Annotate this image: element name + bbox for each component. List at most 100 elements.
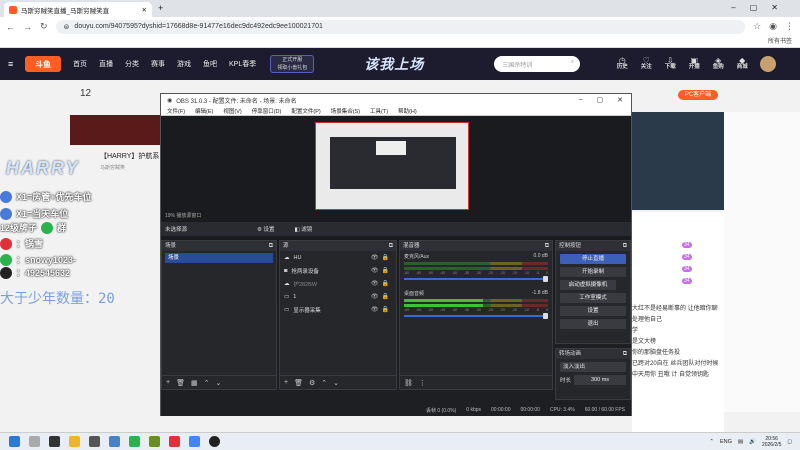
menu-view[interactable]: 视图(V) bbox=[223, 107, 241, 115]
up-icon[interactable]: ⌃ bbox=[204, 379, 210, 387]
source-item[interactable]: ☁ HU 👁🔒 bbox=[280, 251, 396, 264]
notification-icon[interactable]: ◻ bbox=[787, 439, 792, 445]
start-recording-button[interactable]: 开始录制 bbox=[560, 267, 626, 277]
netease-icon[interactable] bbox=[169, 436, 180, 447]
nav-category[interactable]: 分类 bbox=[125, 59, 139, 69]
task-view-icon[interactable] bbox=[49, 436, 60, 447]
stop-streaming-button[interactable]: 停止直播 bbox=[560, 254, 626, 264]
trash-icon[interactable]: 🗑 bbox=[294, 379, 303, 387]
volume-icon[interactable]: 🔊 bbox=[749, 439, 756, 445]
header-banner[interactable]: 该我上场 bbox=[364, 54, 424, 74]
add-icon[interactable]: + bbox=[166, 379, 170, 386]
new-tab-icon[interactable]: + bbox=[158, 3, 163, 13]
gear-icon[interactable]: ⚙ bbox=[309, 379, 315, 387]
obs-icon[interactable] bbox=[209, 436, 220, 447]
site-info-icon[interactable]: ⊜ bbox=[64, 23, 70, 31]
filter-icon[interactable]: ▦ bbox=[191, 379, 198, 387]
promo-badge[interactable]: 正式开服 领取小兽礼包 bbox=[270, 55, 315, 73]
language-indicator[interactable]: ENG bbox=[720, 439, 732, 445]
volume-slider[interactable] bbox=[404, 313, 548, 319]
visibility-lock-toggles[interactable]: 👁🔒 bbox=[371, 267, 392, 274]
clock[interactable]: 20:56 2026/2/5 bbox=[762, 436, 781, 448]
explorer-icon[interactable] bbox=[69, 436, 80, 447]
preview-zoom-label[interactable]: 19% 播放源窗口 bbox=[161, 211, 631, 221]
reload-icon[interactable]: ↻ bbox=[40, 21, 48, 32]
source-item[interactable]: ◙ 抢两录设备 👁🔒 bbox=[280, 264, 396, 277]
down-icon[interactable]: ⌄ bbox=[333, 379, 339, 387]
transition-select[interactable]: 淡入淡出 bbox=[560, 362, 626, 372]
hamburger-icon[interactable]: ≡ bbox=[8, 59, 13, 69]
nav-live[interactable]: 直播 bbox=[99, 59, 113, 69]
menu-help[interactable]: 帮助(H) bbox=[398, 107, 417, 115]
obs-titlebar[interactable]: ◉ OBS 31.0.3 - 配置文件: 未命名 - 场景: 未命名 – ▢ ✕ bbox=[161, 94, 631, 106]
app-icon[interactable] bbox=[149, 436, 160, 447]
more-icon[interactable]: ⋮ bbox=[419, 379, 426, 387]
scene-item[interactable]: 场景 bbox=[165, 253, 273, 263]
popout-icon[interactable]: ⧉ bbox=[389, 241, 393, 251]
tab-close-icon[interactable]: ✕ bbox=[142, 6, 147, 14]
pc-client-badge[interactable]: PC客户端 bbox=[678, 90, 718, 100]
streamer-name[interactable]: 【HARRY】护航系 bbox=[100, 151, 159, 161]
popout-icon[interactable]: ⧉ bbox=[545, 241, 549, 251]
menu-file[interactable]: 文件(F) bbox=[167, 107, 185, 115]
menu-icon[interactable]: ⋮ bbox=[785, 21, 794, 32]
menu-scene-collection[interactable]: 场景集合(S) bbox=[331, 107, 360, 115]
virtual-camera-button[interactable]: 启动虚拟摄像机 bbox=[560, 280, 616, 290]
nav-esports[interactable]: 赛事 bbox=[151, 59, 165, 69]
link-icon[interactable]: ⛓ bbox=[404, 379, 413, 387]
download-button[interactable]: ⇩ 下载 bbox=[658, 57, 682, 71]
network-icon[interactable]: ▤ bbox=[738, 439, 743, 445]
chrome-icon[interactable] bbox=[189, 436, 200, 447]
maximize-icon[interactable]: ▢ bbox=[597, 96, 604, 104]
source-item[interactable]: ☁ 护282BW 👁🔒 bbox=[280, 277, 396, 290]
bookmark-star-icon[interactable]: ☆ bbox=[753, 21, 761, 32]
up-icon[interactable]: ⌃ bbox=[321, 379, 327, 387]
search-icon[interactable] bbox=[29, 436, 40, 447]
menu-edit[interactable]: 编辑(E) bbox=[195, 107, 213, 115]
all-bookmarks-link[interactable]: 所有书签 bbox=[768, 39, 792, 45]
nav-fishbar[interactable]: 鱼吧 bbox=[203, 59, 217, 69]
fish-shop-button[interactable]: ◈ 鱼购 bbox=[706, 57, 730, 71]
follow-button[interactable]: ♡ 关注 bbox=[634, 57, 658, 71]
minimize-icon[interactable]: – bbox=[579, 96, 583, 104]
menu-profile[interactable]: 配置文件(P) bbox=[291, 107, 320, 115]
back-icon[interactable]: ← bbox=[6, 22, 15, 32]
exit-button[interactable]: 退出 bbox=[560, 319, 626, 329]
source-item[interactable]: ▭ 显示器采集 👁🔒 bbox=[280, 303, 396, 316]
mall-button[interactable]: ◆ 商城 bbox=[730, 57, 754, 71]
tray-chevron-icon[interactable]: ⌃ bbox=[709, 439, 714, 445]
history-button[interactable]: ◷ 历史 bbox=[610, 57, 634, 71]
nav-kpl[interactable]: KPL春季 bbox=[229, 59, 256, 69]
close-icon[interactable]: ✕ bbox=[617, 96, 623, 104]
settings-button[interactable]: 设置 bbox=[560, 306, 626, 316]
menu-tools[interactable]: 工具(T) bbox=[370, 107, 388, 115]
nav-home[interactable]: 首页 bbox=[73, 59, 87, 69]
window-controls[interactable]: –▢✕ bbox=[731, 3, 792, 12]
wechat-icon[interactable] bbox=[129, 436, 140, 447]
popout-icon[interactable]: ⧉ bbox=[623, 349, 627, 359]
app-icon[interactable] bbox=[89, 436, 100, 447]
source-settings-button[interactable]: ⚙ 设置 bbox=[257, 225, 274, 233]
visibility-lock-toggles[interactable]: 👁🔒 bbox=[371, 306, 392, 313]
studio-mode-button[interactable]: 工作室模式 bbox=[560, 293, 626, 303]
filters-button[interactable]: ◧ 滤镜 bbox=[295, 225, 313, 233]
visibility-lock-toggles[interactable]: 👁🔒 bbox=[371, 280, 392, 287]
profile-icon[interactable]: ◉ bbox=[769, 21, 777, 32]
forward-icon[interactable]: → bbox=[23, 22, 32, 32]
duration-input[interactable]: 300 ms bbox=[574, 375, 626, 385]
visibility-lock-toggles[interactable]: 👁🔒 bbox=[371, 293, 392, 300]
volume-slider[interactable] bbox=[404, 276, 548, 282]
search-input[interactable]: 三国杀特训 ⌕ bbox=[494, 56, 581, 72]
popout-icon[interactable]: ⧉ bbox=[623, 241, 627, 251]
windows-start-icon[interactable] bbox=[9, 436, 20, 447]
nav-games[interactable]: 游戏 bbox=[177, 59, 191, 69]
add-icon[interactable]: + bbox=[284, 379, 288, 386]
game-ad-panel[interactable] bbox=[632, 112, 724, 210]
douyu-logo[interactable]: 斗鱼 bbox=[25, 56, 61, 72]
trash-icon[interactable]: 🗑 bbox=[176, 379, 185, 387]
address-bar[interactable]: ⊜ douyu.com/9407595?dyshid=17668d8e-9147… bbox=[55, 19, 746, 34]
source-item[interactable]: ▭ 1 👁🔒 bbox=[280, 290, 396, 303]
down-icon[interactable]: ⌄ bbox=[215, 379, 221, 387]
user-avatar[interactable] bbox=[760, 56, 777, 72]
menu-docks[interactable]: 停靠窗口(D) bbox=[252, 107, 282, 115]
